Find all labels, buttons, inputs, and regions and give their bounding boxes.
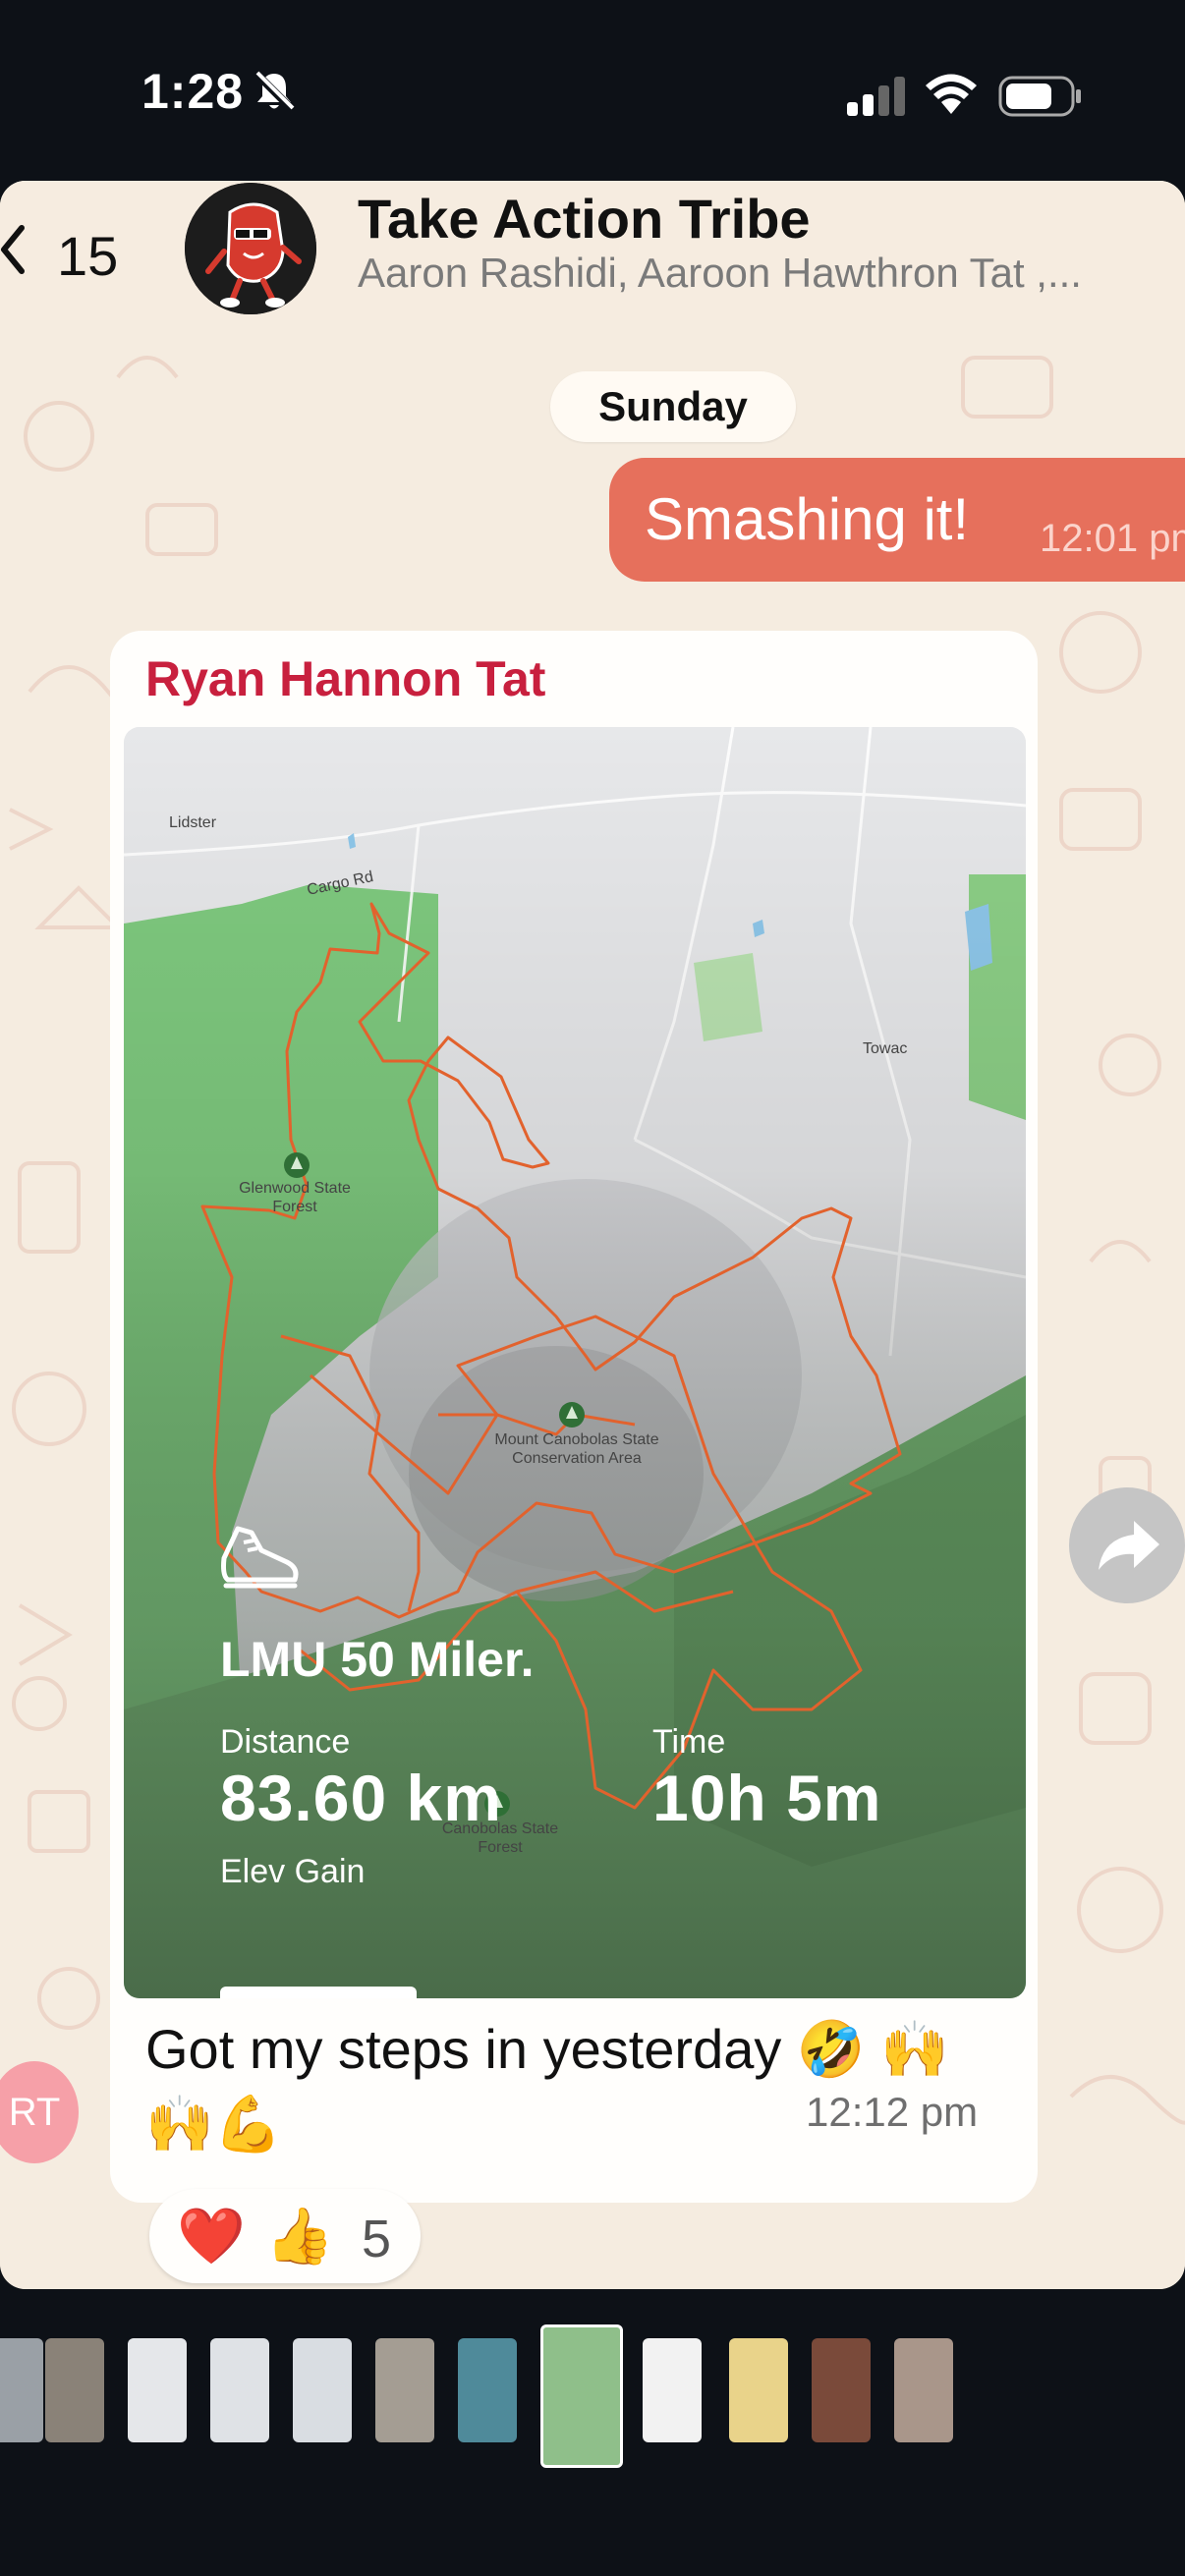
chevron-left-icon: [1, 225, 25, 274]
filmstrip-thumbnail[interactable]: [45, 2338, 104, 2442]
date-separator: Sunday: [550, 371, 796, 442]
outgoing-message-time: 12:01 pm: [1040, 517, 1185, 560]
distance-label: Distance: [220, 1723, 351, 1761]
unread-count: 15: [57, 225, 119, 287]
activity-title: LMU 50 Miler.: [220, 1632, 535, 1687]
reactions-pill[interactable]: ❤️ 👍 5: [149, 2189, 421, 2283]
time-label: Time: [652, 1723, 726, 1761]
outgoing-message-bubble[interactable]: Smashing it! 12:01 pm: [609, 458, 1185, 582]
map-label-lidster: Lidster: [169, 814, 217, 831]
thumbs-up-reaction-icon: 👍: [265, 2205, 334, 2267]
back-button[interactable]: 15: [0, 210, 138, 289]
incoming-message-text: Got my steps in yesterday 🤣 🙌🙌💪: [145, 2018, 949, 2155]
outgoing-message-text: Smashing it!: [645, 486, 970, 552]
filmstrip-thumbnail[interactable]: [458, 2338, 517, 2442]
filmstrip-thumbnail[interactable]: [210, 2338, 269, 2442]
media-filmstrip: [0, 2299, 1185, 2495]
cellular-signal-icon: [847, 77, 905, 116]
filmstrip-thumbnail[interactable]: [894, 2338, 953, 2442]
activity-map-image[interactable]: Lidster Cargo Rd Towac Glenwood State Fo…: [124, 727, 1026, 1998]
wifi-icon: [926, 74, 977, 114]
group-avatar[interactable]: [185, 183, 316, 314]
heart-reaction-icon: ❤️: [177, 2205, 246, 2267]
status-bar: 1:28: [0, 0, 1185, 177]
chat-screen: 15 Take Action Tribe Aaron Rashidi, Aaro…: [0, 181, 1185, 2289]
group-title[interactable]: Take Action Tribe: [358, 187, 811, 251]
group-members[interactable]: Aaron Rashidi, Aaroon Hawthron Tat ,...: [358, 250, 1173, 297]
sender-name[interactable]: Ryan Hannon Tat: [145, 650, 545, 707]
elev-gain-label: Elev Gain: [220, 1853, 366, 1890]
forward-button[interactable]: [1069, 1487, 1185, 1603]
incoming-message-bubble[interactable]: Ryan Hannon Tat Lidster Cargo Rd Towac G…: [110, 631, 1038, 2203]
running-shoe-icon: [221, 1526, 299, 1589]
filmstrip-thumbnail[interactable]: [128, 2338, 187, 2442]
map-label-glenwood: Glenwood State Forest: [239, 1180, 351, 1215]
filmstrip-thumbnail[interactable]: [293, 2338, 352, 2442]
status-time: 1:28: [141, 64, 245, 119]
elev-gain-value-cropped: [220, 1987, 417, 1998]
map-label-canobolas-sca: Mount Canobolas State Conservation Area: [494, 1431, 659, 1467]
incoming-message-time: 12:12 pm: [806, 2089, 979, 2135]
group-avatar-image: [185, 183, 316, 314]
map-label-towac: Towac: [863, 1040, 908, 1057]
time-value: 10h 5m: [652, 1762, 882, 1834]
bell-slash-icon: [253, 70, 296, 113]
filmstrip-thumbnail[interactable]: [0, 2338, 43, 2442]
filmstrip-thumbnail-selected[interactable]: [540, 2324, 623, 2468]
forward-arrow-icon: [1099, 1521, 1159, 1570]
filmstrip-thumbnail[interactable]: [643, 2338, 702, 2442]
filmstrip-thumbnail[interactable]: [812, 2338, 871, 2442]
battery-icon: [998, 76, 1081, 117]
filmstrip-thumbnail[interactable]: [375, 2338, 434, 2442]
filmstrip-thumbnail[interactable]: [729, 2338, 788, 2442]
reaction-count: 5: [362, 2210, 392, 2268]
chat-header: 15 Take Action Tribe Aaron Rashidi, Aaro…: [0, 181, 1185, 320]
distance-value: 83.60 km: [220, 1762, 502, 1834]
